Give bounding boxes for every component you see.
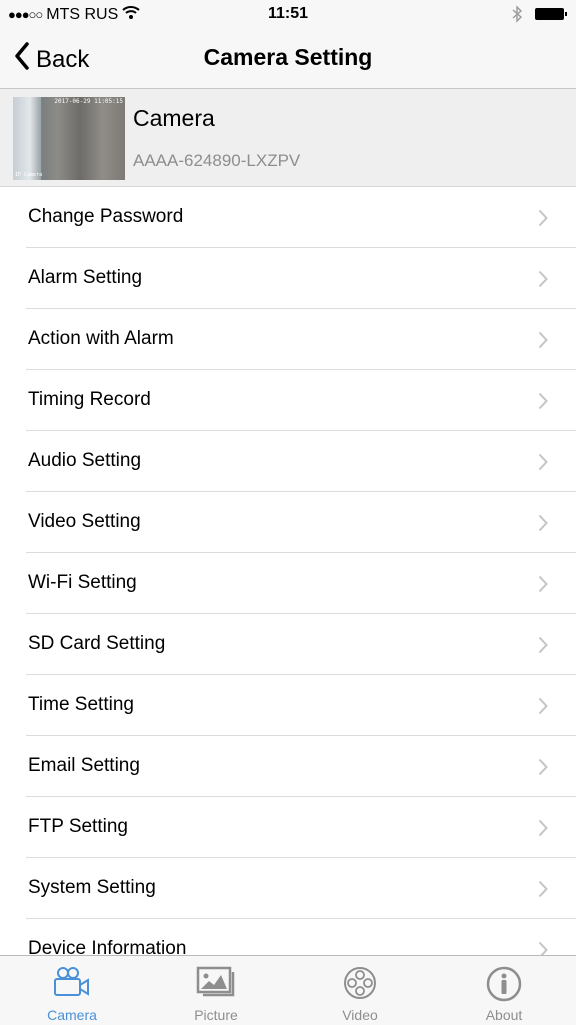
settings-row[interactable]: Audio Setting xyxy=(0,431,576,492)
battery-icon xyxy=(534,6,568,27)
thumbnail-timestamp: 2017-06-29 11:05:15 xyxy=(54,98,123,105)
settings-row[interactable]: Action with Alarm xyxy=(0,309,576,370)
tab-label: About xyxy=(485,1007,523,1023)
settings-row[interactable]: Alarm Setting xyxy=(0,248,576,309)
settings-row-label: System Setting xyxy=(28,877,156,898)
tab-video[interactable]: Video xyxy=(288,956,432,1025)
settings-row[interactable]: FTP Setting xyxy=(0,797,576,858)
settings-row[interactable]: Wi-Fi Setting xyxy=(0,553,576,614)
chevron-right-icon xyxy=(538,880,548,903)
status-bar: ●●●○○ MTS RUS 11:51 xyxy=(0,0,576,30)
chevron-right-icon xyxy=(538,209,548,232)
chevron-right-icon xyxy=(538,697,548,720)
navigation-bar: Back Camera Setting xyxy=(0,30,576,89)
chevron-right-icon xyxy=(538,575,548,598)
thumbnail-label: IP Camera xyxy=(15,172,43,178)
bluetooth-icon xyxy=(512,5,523,28)
picture-icon xyxy=(196,966,236,1003)
settings-row[interactable]: Time Setting xyxy=(0,675,576,736)
settings-row[interactable]: SD Card Setting xyxy=(0,614,576,675)
settings-row-label: Alarm Setting xyxy=(28,267,143,288)
settings-row-label: Change Password xyxy=(28,206,184,227)
status-right xyxy=(512,5,568,28)
chevron-right-icon xyxy=(538,758,548,781)
settings-row[interactable]: Timing Record xyxy=(0,370,576,431)
settings-row-label: Video Setting xyxy=(28,511,141,532)
settings-row[interactable]: Email Setting xyxy=(0,736,576,797)
chevron-right-icon xyxy=(538,270,548,293)
tab-bar: Camera Picture Video About xyxy=(0,955,576,1025)
chevron-right-icon xyxy=(538,331,548,354)
tab-label: Picture xyxy=(194,1007,238,1023)
settings-list: Change Password Alarm Setting Action with … xyxy=(0,187,576,980)
film-reel-icon xyxy=(342,966,378,1005)
camera-icon xyxy=(52,966,92,1003)
tab-about[interactable]: About xyxy=(432,956,576,1025)
settings-row-label: Timing Record xyxy=(28,389,151,410)
tab-camera[interactable]: Camera xyxy=(0,956,144,1025)
device-header[interactable]: 2017-06-29 11:05:15 IP Camera Camera AAA… xyxy=(0,89,576,187)
chevron-right-icon xyxy=(538,453,548,476)
tab-picture[interactable]: Picture xyxy=(144,956,288,1025)
chevron-right-icon xyxy=(538,636,548,659)
back-button[interactable]: Back xyxy=(14,42,89,77)
tab-label: Camera xyxy=(47,1007,97,1023)
device-id: AAAA-624890-LXZPV xyxy=(133,151,301,170)
tab-label: Video xyxy=(342,1007,378,1023)
device-name: Camera xyxy=(133,105,215,131)
chevron-right-icon xyxy=(538,514,548,537)
chevron-right-icon xyxy=(538,819,548,842)
settings-row-label: FTP Setting xyxy=(28,816,128,837)
settings-row-label: SD Card Setting xyxy=(28,633,166,654)
settings-row[interactable]: System Setting xyxy=(0,858,576,919)
clock: 11:51 xyxy=(267,5,309,22)
settings-row[interactable]: Video Setting xyxy=(0,492,576,553)
chevron-left-icon xyxy=(14,42,30,77)
settings-row-label: Email Setting xyxy=(28,755,140,776)
settings-row[interactable]: Change Password xyxy=(0,187,576,248)
settings-row-label: Time Setting xyxy=(28,694,134,715)
info-icon xyxy=(486,966,522,1007)
back-label: Back xyxy=(36,45,90,73)
settings-row-label: Action with Alarm xyxy=(28,328,174,349)
settings-row-label: Wi-Fi Setting xyxy=(28,572,137,593)
camera-thumbnail: 2017-06-29 11:05:15 IP Camera xyxy=(13,97,125,180)
chevron-right-icon xyxy=(538,392,548,415)
settings-row-label: Audio Setting xyxy=(28,450,142,471)
